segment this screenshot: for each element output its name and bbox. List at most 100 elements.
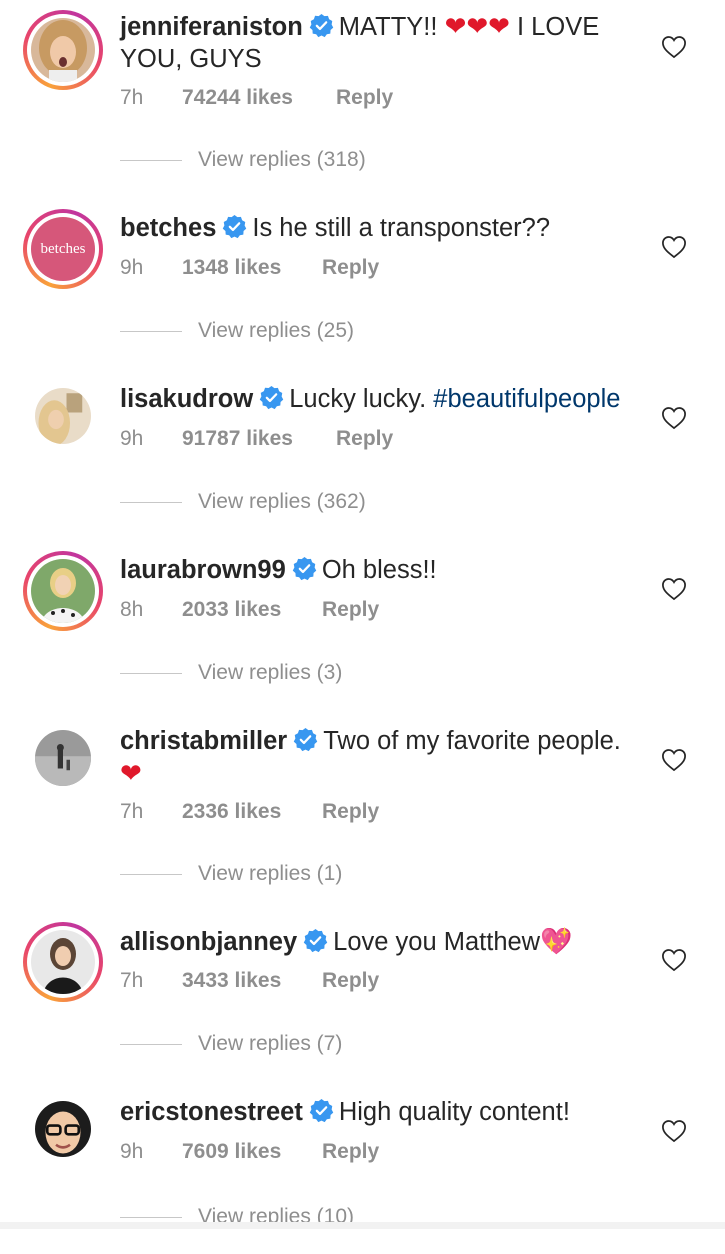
verified-badge-icon: [303, 928, 328, 953]
likes-count[interactable]: 7609 likes: [182, 1140, 281, 1164]
view-replies-label: View replies (3): [198, 661, 343, 684]
view-replies-button[interactable]: View replies (362): [120, 490, 366, 514]
timestamp: 7h: [120, 86, 144, 109]
verified-badge-icon: [222, 214, 247, 239]
verified-badge-icon: [309, 1098, 334, 1123]
reply-button[interactable]: Reply: [322, 969, 379, 993]
reply-button[interactable]: Reply: [336, 86, 393, 110]
avatar-story-ring[interactable]: [23, 922, 103, 1002]
likes-count[interactable]: 2033 likes: [182, 598, 281, 622]
timestamp: 9h: [120, 1140, 144, 1163]
avatar: [35, 388, 91, 444]
username[interactable]: lisakudrow: [120, 385, 253, 413]
heart-outline-icon[interactable]: [661, 948, 687, 972]
timestamp: 7h: [120, 800, 144, 823]
likes-count[interactable]: 74244 likes: [182, 86, 293, 110]
username[interactable]: jenniferaniston: [120, 13, 303, 41]
view-replies-label: View replies (25): [198, 319, 355, 342]
verified-badge-icon: [293, 727, 318, 752]
view-replies-label: View replies (1): [198, 862, 343, 885]
heart-outline-icon[interactable]: [661, 577, 687, 601]
likes-count[interactable]: 1348 likes: [182, 256, 281, 280]
username[interactable]: allisonbjanney: [120, 928, 297, 956]
username[interactable]: christabmiller: [120, 727, 287, 755]
likes-count[interactable]: 2336 likes: [182, 800, 281, 824]
reply-button[interactable]: Reply: [322, 1140, 379, 1164]
red-heart-emoji: ❤❤❤: [444, 11, 510, 41]
comment-body: Two of my favorite people.: [323, 727, 621, 755]
heart-outline-icon[interactable]: [661, 35, 687, 59]
heart-outline-icon[interactable]: [661, 748, 687, 772]
avatar: betches: [31, 217, 95, 281]
avatar: [31, 930, 95, 994]
timestamp: 9h: [120, 256, 144, 279]
divider-line: [120, 1043, 182, 1045]
avatar-story-ring[interactable]: betches: [23, 209, 103, 289]
verified-badge-icon: [292, 556, 317, 581]
verified-badge-icon: [259, 385, 284, 410]
view-replies-button[interactable]: View replies (1): [120, 862, 342, 886]
comment-body: Love you Matthew: [333, 928, 541, 956]
heart-outline-icon[interactable]: [661, 235, 687, 259]
comment-text: allisonbjanney Love you Matthew💖: [120, 925, 660, 958]
comment-item: jenniferaniston MATTY!! ❤❤❤ I LOVE YOU, G…: [0, 0, 725, 171]
comment-text: laurabrown99 Oh bless!!: [120, 554, 660, 586]
verified-badge-icon: [309, 13, 334, 38]
avatar-wrap[interactable]: [23, 1089, 103, 1169]
comment-body: Is he still a transponster??: [252, 214, 551, 242]
comment-item: christabmiller Two of my favorite people.…: [0, 712, 725, 886]
divider-line: [120, 330, 182, 332]
comment-item: laurabrown99 Oh bless!! 8h 2033 likes Rep…: [0, 541, 725, 712]
comment-text: lisakudrow Lucky lucky. #beautifulpeople: [120, 383, 660, 415]
comment-body: High quality content!: [338, 1098, 570, 1126]
avatar-wrap[interactable]: [23, 376, 103, 456]
view-replies-label: View replies (7): [198, 1032, 343, 1055]
view-replies-button[interactable]: View replies (318): [120, 148, 366, 172]
comment-body: Lucky lucky.: [289, 385, 434, 413]
comment-item: allisonbjanney Love you Matthew💖 7h 3433 …: [0, 912, 725, 1083]
avatar: [35, 1101, 91, 1157]
avatar-story-ring[interactable]: [23, 10, 103, 90]
view-replies-button[interactable]: View replies (7): [120, 1032, 342, 1056]
avatar-story-ring[interactable]: [23, 551, 103, 631]
view-replies-label: View replies (318): [198, 148, 366, 171]
avatar: [31, 18, 95, 82]
timestamp: 8h: [120, 598, 144, 621]
divider-line: [120, 159, 182, 161]
heart-outline-icon[interactable]: [661, 1119, 687, 1143]
reply-button[interactable]: Reply: [336, 427, 393, 451]
username[interactable]: betches: [120, 214, 216, 242]
view-replies-button[interactable]: View replies (3): [120, 661, 342, 685]
avatar-wrap[interactable]: [23, 718, 103, 798]
avatar: [31, 559, 95, 623]
avatar: [35, 730, 91, 786]
avatar-logo-text: betches: [40, 240, 86, 257]
likes-count[interactable]: 91787 likes: [182, 427, 293, 451]
view-replies-label: View replies (362): [198, 490, 366, 513]
divider-line: [120, 1216, 182, 1218]
comment-body: MATTY!!: [338, 13, 445, 41]
comment-text: christabmiller Two of my favorite people.…: [120, 725, 660, 790]
comment-text: ericstonestreet High quality content!: [120, 1096, 660, 1128]
username[interactable]: laurabrown99: [120, 556, 286, 584]
hashtag-link[interactable]: #beautifulpeople: [433, 385, 620, 413]
reply-button[interactable]: Reply: [322, 800, 379, 824]
timestamp: 7h: [120, 969, 144, 992]
heart-outline-icon[interactable]: [661, 406, 687, 430]
reply-button[interactable]: Reply: [322, 598, 379, 622]
comment-text: jenniferaniston MATTY!! ❤❤❤ I LOVE YOU, G…: [120, 10, 660, 75]
comment-body: Oh bless!!: [321, 556, 437, 584]
divider-line: [120, 873, 182, 875]
likes-count[interactable]: 3433 likes: [182, 969, 281, 993]
red-heart-emoji: ❤: [120, 758, 142, 788]
comment-item: lisakudrow Lucky lucky. #beautifulpeople …: [0, 370, 725, 541]
sparkling-heart-emoji: 💖: [540, 926, 573, 956]
comment-item: betches betches Is he still a transponste…: [0, 199, 725, 370]
username[interactable]: ericstonestreet: [120, 1098, 303, 1126]
view-replies-button[interactable]: View replies (25): [120, 319, 354, 343]
divider-line: [120, 672, 182, 674]
divider-line: [120, 501, 182, 503]
reply-button[interactable]: Reply: [322, 256, 379, 280]
comment-text: betches Is he still a transponster??: [120, 212, 660, 244]
timestamp: 9h: [120, 427, 144, 450]
